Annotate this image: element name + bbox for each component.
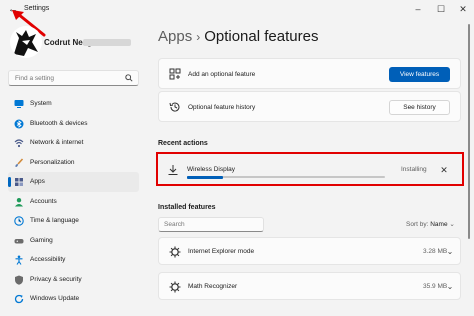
sort-control[interactable]: Sort by: Name ⌄: [406, 220, 455, 228]
sidebar-item-system[interactable]: System: [8, 94, 139, 114]
search-icon: [125, 74, 133, 82]
add-feature-icon: [169, 68, 181, 80]
sidebar-item-label: Privacy & security: [30, 275, 82, 283]
controller-icon: [14, 238, 24, 243]
sidebar-item-accounts[interactable]: Accounts: [8, 192, 139, 212]
recent-actions-heading: Recent actions: [158, 140, 208, 147]
sidebar-item-accessibility[interactable]: Accessibility: [8, 250, 139, 270]
add-feature-card: Add an optional feature View features: [158, 58, 461, 89]
sort-value[interactable]: Name: [430, 221, 447, 228]
sidebar-item-windows-update[interactable]: Windows Update: [8, 289, 139, 309]
back-arrow-icon: ←: [8, 4, 18, 15]
history-card: Optional feature history See history: [158, 91, 461, 122]
sidebar-item-bluetooth[interactable]: Bluetooth & devices: [8, 114, 139, 134]
apps-icon: [15, 178, 23, 186]
avatar: [10, 26, 42, 58]
sidebar-item-label: Windows Update: [30, 295, 80, 302]
installed-search-input[interactable]: [159, 218, 263, 231]
installed-feature-row[interactable]: Internet Explorer mode 3.28 MB ⌄: [158, 237, 461, 265]
redacted-email: [83, 39, 131, 46]
wifi-icon: [14, 139, 24, 148]
feature-size: 35.9 MB: [423, 283, 448, 290]
sidebar-item-label: Accessibility: [30, 256, 66, 263]
breadcrumb: Apps › Optional features: [158, 28, 318, 45]
scrollbar[interactable]: [468, 20, 471, 316]
progress-fill: [187, 175, 223, 179]
update-icon: [14, 294, 24, 304]
monitor-icon: [14, 100, 24, 108]
see-history-button[interactable]: See history: [389, 100, 450, 115]
close-button[interactable]: ✕: [452, 2, 474, 16]
back-button[interactable]: ←: [6, 3, 20, 17]
sidebar-item-apps[interactable]: Apps: [8, 172, 139, 192]
installing-feature-name: Wireless Display: [187, 166, 236, 173]
minimize-button[interactable]: –: [407, 2, 429, 16]
sidebar-nav: System Bluetooth & devices Network & int…: [8, 94, 139, 309]
sidebar-item-label: Network & internet: [30, 139, 84, 146]
sidebar-item-label: System: [30, 100, 52, 107]
scroll-thumb[interactable]: [468, 24, 470, 239]
gear-icon: [169, 246, 181, 258]
breadcrumb-parent[interactable]: Apps: [158, 28, 192, 45]
chevron-down-icon[interactable]: ⌄: [445, 282, 455, 292]
sidebar-item-label: Accounts: [30, 197, 57, 205]
download-icon: [168, 165, 178, 175]
install-status: Installing: [401, 166, 427, 173]
chevron-down-icon: ⌄: [449, 221, 455, 228]
sidebar-item-network[interactable]: Network & internet: [8, 133, 139, 153]
sidebar-item-label: Bluetooth & devices: [30, 119, 88, 127]
sidebar-item-label: Gaming: [30, 236, 53, 244]
chevron-down-icon[interactable]: ⌄: [445, 247, 455, 257]
title-bar: ← Settings – ☐ ✕: [0, 0, 474, 20]
sidebar-item-privacy[interactable]: Privacy & security: [8, 270, 139, 290]
search-input[interactable]: [9, 71, 124, 85]
installed-search[interactable]: [158, 217, 264, 232]
bluetooth-icon: [14, 119, 24, 128]
settings-search[interactable]: [8, 70, 139, 86]
maximize-button[interactable]: ☐: [430, 2, 452, 16]
add-feature-label: Add an optional feature: [188, 71, 256, 78]
app-title: Settings: [24, 5, 50, 12]
dismiss-button[interactable]: ✕: [437, 163, 451, 177]
install-progress: [187, 175, 385, 179]
sidebar-item-label: Apps: [30, 178, 45, 185]
user-profile[interactable]: Codrut Neagu: [8, 26, 148, 60]
sort-label: Sort by:: [406, 221, 429, 228]
history-label: Optional feature history: [188, 104, 256, 111]
history-icon: [169, 102, 180, 112]
sidebar-item-personalization[interactable]: Personalization: [8, 153, 139, 173]
sidebar-item-label: Personalization: [30, 158, 75, 166]
installed-feature-row[interactable]: Math Recognizer 35.9 MB ⌄: [158, 272, 461, 300]
brush-icon: [15, 157, 24, 167]
installed-features-heading: Installed features: [158, 204, 216, 211]
feature-size: 3.28 MB: [423, 248, 448, 255]
feature-name: Internet Explorer mode: [188, 248, 255, 255]
sidebar-item-time-language[interactable]: Time & language: [8, 211, 139, 231]
globe-clock-icon: [14, 216, 24, 226]
person-icon: [15, 197, 23, 206]
highlight-box: Wireless Display Installing ✕: [156, 152, 464, 186]
feature-name: Math Recognizer: [188, 283, 238, 290]
accessibility-icon: [15, 255, 23, 265]
sidebar-item-gaming[interactable]: Gaming: [8, 231, 139, 251]
view-features-button[interactable]: View features: [389, 67, 450, 82]
shield-icon: [15, 275, 23, 285]
gear-icon: [169, 281, 181, 293]
breadcrumb-separator: ›: [196, 30, 201, 44]
sidebar-item-label: Time & language: [30, 217, 79, 224]
page-title: Optional features: [204, 28, 319, 45]
